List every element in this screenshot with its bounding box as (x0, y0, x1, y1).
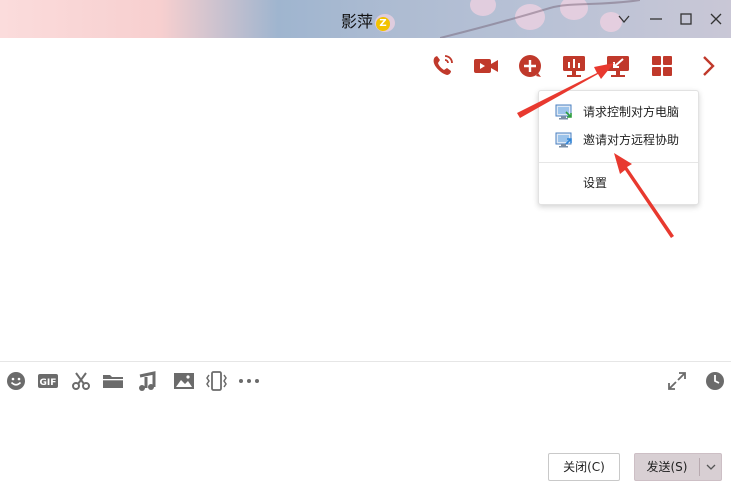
chat-message-area[interactable] (0, 85, 731, 355)
contact-name: 影萍 (340, 12, 373, 31)
music-icon[interactable] (137, 370, 159, 392)
phone-icon[interactable] (428, 52, 456, 80)
chevron-right-icon[interactable] (694, 52, 722, 80)
video-call-icon[interactable] (472, 52, 500, 80)
remote-desktop-icon[interactable] (604, 52, 632, 80)
emoji-icon[interactable] (5, 370, 27, 392)
gif-icon[interactable]: GIF (37, 370, 59, 392)
title-bar: 影萍 Z (0, 0, 731, 38)
chat-top-toolbar (0, 52, 731, 80)
expand-icon[interactable] (666, 370, 688, 392)
input-toolbar: GIF (0, 370, 731, 392)
apps-grid-icon[interactable] (648, 52, 676, 80)
send-button[interactable]: 发送(S) (634, 453, 722, 481)
send-button-divider (699, 458, 700, 476)
send-button-label: 发送(S) (646, 460, 688, 474)
close-button[interactable]: 关闭(C) (548, 453, 620, 481)
more-icon[interactable] (238, 370, 260, 392)
share-screen-icon[interactable] (560, 52, 588, 80)
vip-z-badge-icon: Z (376, 17, 390, 31)
folder-icon[interactable] (102, 370, 124, 392)
scissors-icon[interactable] (70, 370, 92, 392)
message-input[interactable] (0, 396, 731, 448)
close-icon[interactable] (707, 10, 725, 28)
image-icon[interactable] (173, 370, 195, 392)
gif-text: GIF (40, 378, 57, 388)
chevron-down-icon[interactable] (701, 454, 721, 480)
maximize-icon[interactable] (677, 10, 695, 28)
add-icon[interactable] (516, 52, 544, 80)
shake-icon[interactable] (205, 370, 227, 392)
minimize-icon[interactable] (647, 10, 665, 28)
clock-icon[interactable] (704, 370, 726, 392)
chevron-down-icon[interactable] (615, 10, 633, 28)
input-area-divider (0, 361, 731, 362)
